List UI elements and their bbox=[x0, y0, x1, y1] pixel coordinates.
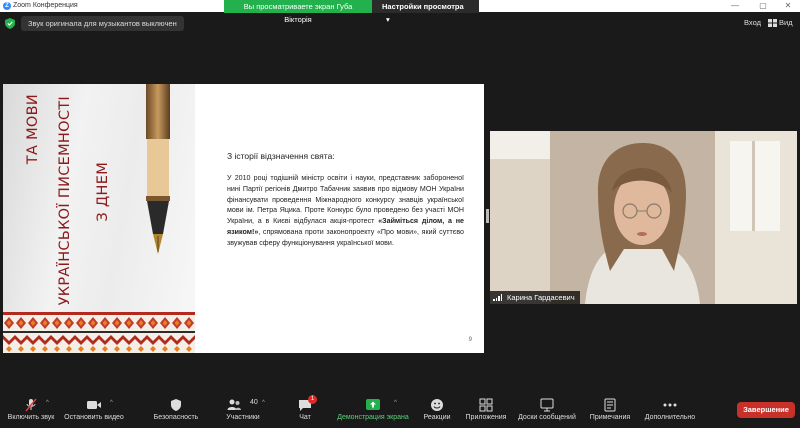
participant-name-tag: Карина Гардасевич bbox=[490, 291, 580, 304]
video-options-caret[interactable]: ^ bbox=[110, 400, 113, 406]
audio-options-caret[interactable]: ^ bbox=[46, 400, 49, 406]
participant-name: Карина Гардасевич bbox=[507, 293, 575, 302]
more-label: Дополнительно bbox=[644, 414, 696, 421]
sign-in-link[interactable]: Вход bbox=[744, 18, 761, 27]
notes-button[interactable]: Примечания bbox=[586, 390, 634, 428]
notes-label: Примечания bbox=[589, 414, 631, 421]
slide-title-line-3: ТА МОВИ bbox=[25, 94, 41, 165]
unmute-button[interactable]: ^ Включить звук bbox=[4, 390, 58, 428]
participant-video-frame bbox=[490, 131, 797, 304]
minimize-button[interactable]: — bbox=[722, 0, 748, 12]
audio-level-icon bbox=[493, 294, 503, 301]
whiteboards-button[interactable]: Доски сообщений bbox=[516, 390, 578, 428]
notes-icon bbox=[604, 398, 616, 412]
viewing-share-message: Вы просматриваете экран Губа Вікторія bbox=[224, 0, 372, 24]
stop-video-button[interactable]: ^ Остановить видео bbox=[62, 390, 126, 428]
participant-video[interactable]: Карина Гардасевич bbox=[490, 131, 797, 304]
shield-icon bbox=[171, 399, 181, 411]
slide-vertical-title: З ДНЕМ УКРАЇНСЬКОЇ ПИСЕМНОСТІ ТА МОВИ bbox=[25, 94, 113, 306]
share-screen-icon bbox=[366, 399, 380, 410]
reactions-button[interactable]: Реакции bbox=[420, 390, 454, 428]
chat-unread-badge: 1 bbox=[308, 395, 317, 404]
slide-image-panel: З ДНЕМ УКРАЇНСЬКОЇ ПИСЕМНОСТІ ТА МОВИ bbox=[3, 84, 195, 353]
apps-grid-icon bbox=[479, 398, 493, 412]
share-options-caret[interactable]: ^ bbox=[394, 400, 397, 406]
shared-screen-slide: З ДНЕМ УКРАЇНСЬКОЇ ПИСЕМНОСТІ ТА МОВИ З … bbox=[3, 84, 484, 353]
view-options-button[interactable]: Настройки просмотра ▾ bbox=[372, 0, 479, 24]
participants-options-caret[interactable]: ^ bbox=[262, 400, 265, 406]
view-button[interactable]: Вид bbox=[768, 18, 793, 27]
participants-count: 40 bbox=[250, 399, 258, 406]
close-button[interactable]: ✕ bbox=[775, 0, 800, 12]
more-button[interactable]: Дополнительно bbox=[642, 390, 698, 428]
smiley-icon bbox=[431, 399, 443, 411]
slide-body-part-2: , спрямована проти законопроекту «Про мо… bbox=[227, 227, 464, 247]
share-screen-label: Демонстрация экрана bbox=[337, 414, 409, 421]
view-options-label: Настройки просмотра bbox=[382, 2, 464, 11]
shield-check-icon bbox=[5, 17, 15, 29]
whiteboard-icon bbox=[540, 398, 554, 412]
end-meeting-button[interactable]: Завершение bbox=[737, 402, 795, 418]
meeting-toolbar: ^ Включить звук ^ Остановить видео Безоп… bbox=[0, 390, 800, 428]
split-resize-handle[interactable] bbox=[486, 209, 489, 223]
slide-heading: З історії відзначення свята: bbox=[227, 151, 335, 161]
embroidery-ornament-icon bbox=[3, 312, 195, 353]
participants-icon bbox=[227, 399, 241, 410]
video-camera-icon bbox=[87, 401, 101, 409]
original-sound-notice: Звук оригинала для музыкантов выключен bbox=[5, 15, 184, 31]
whiteboards-label: Доски сообщений bbox=[518, 414, 576, 421]
share-banner: Вы просматриваете экран Губа Вікторія На… bbox=[224, 0, 479, 24]
slide-text-block: З історії відзначення свята: У 2010 році… bbox=[227, 151, 464, 249]
security-button[interactable]: Безопасность bbox=[150, 390, 202, 428]
participants-label: Участники bbox=[226, 414, 260, 421]
reactions-label: Реакции bbox=[423, 414, 451, 421]
apps-label: Приложения bbox=[465, 414, 507, 421]
zoom-logo-icon: Z bbox=[3, 2, 11, 10]
slide-body: У 2010 році тодішній міністр освіти і на… bbox=[227, 173, 464, 249]
slide-title-line-1: З ДНЕМ bbox=[95, 162, 111, 222]
chat-label: Чат bbox=[299, 414, 311, 421]
stop-video-label: Остановить видео bbox=[64, 414, 124, 421]
slide-title-line-2: УКРАЇНСЬКОЇ ПИСЕМНОСТІ bbox=[57, 96, 73, 306]
window-title: Zoom Конференция bbox=[13, 2, 78, 9]
microphone-muted-icon bbox=[25, 398, 37, 412]
unmute-label: Включить звук bbox=[7, 414, 55, 421]
participants-button[interactable]: 40 ^ Участники bbox=[220, 390, 266, 428]
maximize-button[interactable]: ▢ bbox=[750, 0, 776, 12]
slide-page-number: 9 bbox=[468, 337, 472, 343]
security-label: Безопасность bbox=[153, 414, 199, 421]
apps-button[interactable]: Приложения bbox=[462, 390, 510, 428]
chat-button[interactable]: 1 Чат bbox=[290, 390, 320, 428]
more-dots-icon bbox=[663, 403, 677, 407]
notice-text: Звук оригинала для музыкантов выключен bbox=[21, 15, 184, 31]
grid-view-icon bbox=[768, 18, 777, 27]
chevron-down-icon: ▾ bbox=[386, 15, 390, 24]
view-label: Вид bbox=[779, 18, 793, 27]
share-screen-button[interactable]: ^ Демонстрация экрана bbox=[336, 390, 410, 428]
